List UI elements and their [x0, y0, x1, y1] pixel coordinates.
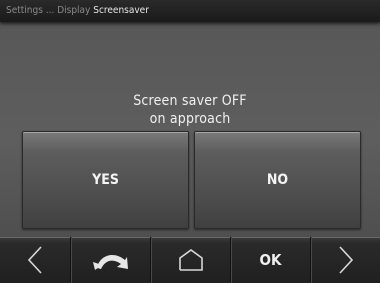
screen: Settings ... Display Screensaver Screen …	[0, 0, 380, 283]
yes-button[interactable]: YES	[22, 131, 189, 229]
breadcrumb: Settings ... Display Screensaver	[0, 0, 380, 22]
dialog-message-line-2: on approach	[149, 111, 231, 127]
breadcrumb-current: Screensaver	[93, 5, 149, 16]
breadcrumb-item-display[interactable]: Display	[57, 5, 90, 16]
home-button[interactable]	[150, 237, 230, 283]
ok-button[interactable]: OK	[230, 237, 310, 283]
arrow-right-icon	[338, 246, 353, 274]
back-arrow-icon	[92, 254, 128, 270]
breadcrumb-item-settings[interactable]: Settings	[6, 5, 43, 16]
bottom-nav-bar: OK	[0, 237, 380, 283]
dialog-message: Screen saver OFF on approach	[0, 92, 380, 128]
breadcrumb-separator: ...	[45, 5, 55, 16]
home-icon	[178, 249, 203, 271]
arrow-left-icon	[27, 246, 42, 274]
back-button[interactable]	[70, 237, 150, 283]
previous-button[interactable]	[0, 237, 70, 283]
dialog-message-line-1: Screen saver OFF	[133, 93, 247, 109]
yes-button-label: YES	[92, 172, 119, 188]
no-button[interactable]: NO	[194, 131, 361, 229]
ok-button-label: OK	[259, 251, 282, 269]
next-button[interactable]	[310, 237, 380, 283]
no-button-label: NO	[266, 172, 289, 188]
